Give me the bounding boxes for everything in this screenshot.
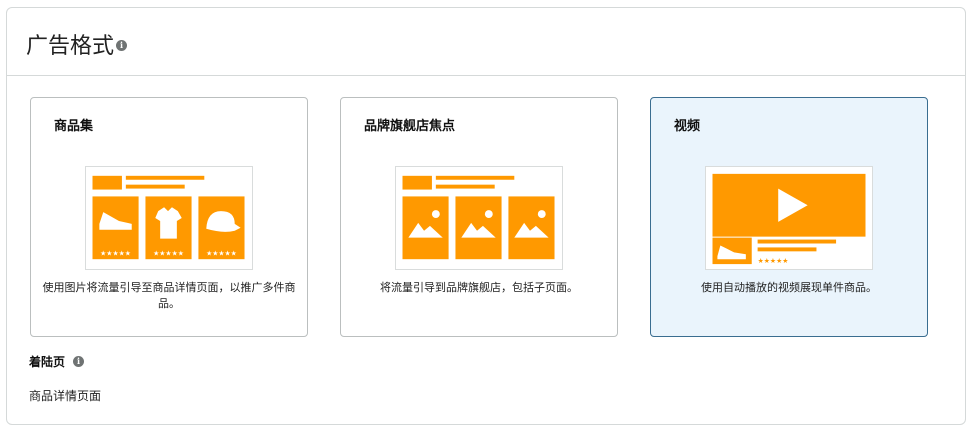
card-description: 使用图片将流量引导至商品详情页面，以推广多件商品。 xyxy=(42,281,296,310)
landing-page-value: 商品详情页面 xyxy=(29,389,102,403)
brand-store-illustration xyxy=(395,166,563,270)
landing-page-label: 着陆页 xyxy=(29,355,66,369)
card-title: 品牌旗舰店焦点 xyxy=(364,119,456,134)
tshirt-icon: ★★★★★ xyxy=(145,196,192,260)
ad-format-card-video[interactable]: 视频 ★★★★★ 使用自动播放的视频展现单件商品。 xyxy=(650,97,928,337)
svg-text:★★★★★: ★★★★★ xyxy=(206,249,237,257)
panel-header: 广告格式 i xyxy=(7,8,965,76)
info-icon[interactable]: i xyxy=(116,40,127,51)
info-icon[interactable]: i xyxy=(73,356,84,367)
card-title: 视频 xyxy=(674,119,701,134)
section-title: 广告格式 xyxy=(26,34,115,59)
shoe-icon: ★★★★★ xyxy=(92,196,139,260)
card-title: 商品集 xyxy=(54,119,94,134)
svg-text:★★★★★: ★★★★★ xyxy=(758,257,789,265)
card-description: 使用自动播放的视频展现单件商品。 xyxy=(701,281,877,294)
cap-icon: ★★★★★ xyxy=(198,196,245,260)
svg-text:★★★★★: ★★★★★ xyxy=(100,249,131,257)
product-collection-illustration: ★★★★★ ★★★★★ ★★★★★ xyxy=(85,166,253,270)
ad-format-card-product-collection[interactable]: 商品集 ★★★★★ ★★★★★ ★★★★★ 使用图片将流量引导至商品详情页面，以… xyxy=(30,97,308,337)
ad-format-card-brand-store-spotlight[interactable]: 品牌旗舰店焦点 将流量引导到品牌旗舰店，包括子页面。 xyxy=(340,97,618,337)
svg-text:★★★★★: ★★★★★ xyxy=(153,249,184,257)
image-icon xyxy=(455,196,502,260)
shoe-icon xyxy=(712,237,752,265)
ad-format-panel: 广告格式 i 商品集 ★★★★★ ★★★★★ ★★★★★ 使用图片将流量引导至商… xyxy=(6,7,966,425)
image-icon xyxy=(508,196,555,260)
video-illustration: ★★★★★ xyxy=(705,166,873,270)
image-icon xyxy=(402,196,449,260)
card-description: 将流量引导到品牌旗舰店，包括子页面。 xyxy=(380,281,578,294)
